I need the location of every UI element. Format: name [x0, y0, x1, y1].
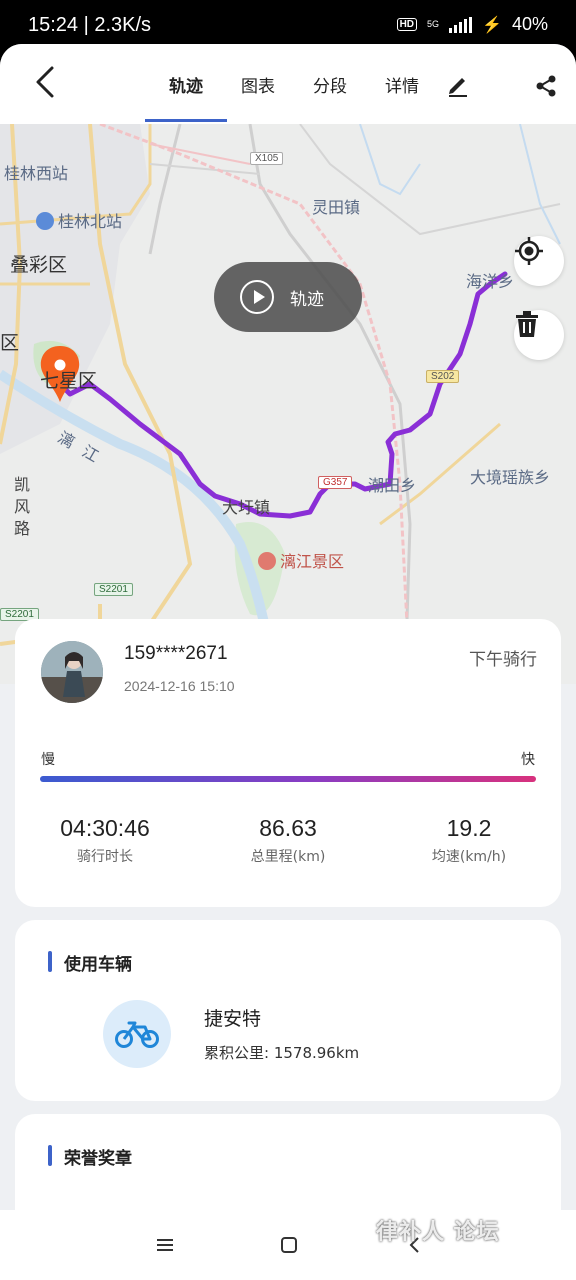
nav-home-button[interactable]: [274, 1232, 304, 1258]
trash-icon: [516, 311, 538, 337]
menu-icon: [157, 1239, 173, 1251]
stat-avg-speed-label: 均速(km/h): [431, 849, 507, 865]
tab-chart[interactable]: 图表: [222, 44, 294, 124]
locate-button[interactable]: [514, 236, 564, 286]
battery-level: 40%: [511, 14, 548, 34]
stat-distance-label: 总里程(km): [250, 849, 326, 865]
stat-distance-value: 86.63: [259, 815, 317, 841]
speed-gradient-bar: [40, 776, 536, 782]
map-label-haiyang: 海洋乡: [466, 272, 515, 291]
ride-summary-card: 159****2671 2024-12-16 15:10 下午骑行 慢 快 04…: [15, 619, 561, 907]
road-x105: X105: [250, 152, 284, 165]
map-view[interactable]: 桂林西站 桂林北站 叠彩区 区 七星区 漓江 凯风路 灵田镇 海洋乡 潮田乡 大…: [0, 124, 576, 684]
network-type: 5G: [427, 19, 440, 29]
map-label-guilin-west: 桂林西站: [4, 164, 69, 183]
track-playback-button[interactable]: 轨迹: [214, 262, 362, 332]
map-label-text: 桂林北站: [58, 212, 123, 231]
play-icon: [240, 280, 274, 314]
tab-bar: 轨迹 图表 分段 详情: [145, 44, 438, 124]
map-label-scenic: 漓江景区: [258, 548, 344, 572]
stat-avg-speed-value: 19.2: [446, 815, 492, 841]
back-arrow-icon: [36, 66, 54, 98]
back-button[interactable]: [30, 62, 66, 102]
app-window: 轨迹 图表 分段 详情 桂林西站 桂林北站 叠彩区 区 七星区 漓江 凯风路 灵…: [0, 44, 576, 1210]
user-name: 159****2671: [124, 643, 228, 664]
map-label-qixing: 七星区: [40, 370, 98, 392]
stat-distance: 86.63 总里程(km): [198, 815, 378, 866]
tab-details[interactable]: 详情: [366, 44, 438, 124]
status-icons: HD 5G ⚡ 40%: [396, 14, 548, 35]
map-label-daxu: 大圩镇: [222, 498, 271, 517]
stat-avg-speed: 19.2 均速(km/h): [379, 815, 559, 866]
ride-type: 下午骑行: [469, 650, 537, 670]
map-label-lingtian: 灵田镇: [312, 198, 361, 217]
medal-section-title: 荣誉奖章: [48, 1144, 132, 1169]
road-s202: S202: [426, 370, 460, 383]
road-s2201: S2201: [94, 583, 133, 596]
map-label-diecai: 叠彩区: [10, 254, 68, 276]
medal-card[interactable]: 荣誉奖章: [15, 1114, 561, 1210]
locate-icon: [515, 237, 543, 265]
bike-avatar: [103, 1000, 171, 1068]
tab-segments[interactable]: 分段: [294, 44, 366, 124]
map-label-district: 区: [0, 332, 20, 354]
road-g357: G357: [318, 476, 353, 489]
battery-saver-icon: ⚡: [482, 16, 502, 34]
stat-duration-label: 骑行时长: [77, 849, 133, 865]
bike-name: 捷安特: [204, 1008, 262, 1030]
scenic-icon: [258, 552, 276, 570]
stat-duration: 04:30:46 骑行时长: [15, 815, 195, 866]
vehicle-section-title: 使用车辆: [48, 950, 132, 975]
speed-legend-fast: 快: [521, 752, 535, 768]
pencil-icon: [449, 78, 467, 97]
map-label-kaifeng: 凯风路: [14, 475, 31, 538]
map-label-dajing: 大境瑶族乡: [470, 468, 551, 487]
stat-duration-value: 04:30:46: [60, 815, 150, 841]
playback-label: 轨迹: [290, 289, 324, 310]
avatar[interactable]: [41, 641, 103, 703]
ride-datetime: 2024-12-16 15:10: [124, 678, 235, 694]
station-icon: [36, 212, 54, 230]
share-icon: [536, 75, 556, 97]
edit-button[interactable]: [444, 70, 472, 98]
nav-menu-button[interactable]: [150, 1232, 180, 1258]
speed-legend-slow: 慢: [41, 752, 55, 768]
home-square-icon: [281, 1237, 297, 1253]
vehicle-card[interactable]: 使用车辆 捷安特 累积公里: 1578.96km: [15, 920, 561, 1101]
avatar-image: [41, 641, 103, 703]
status-time: 15:24 | 2.3K/s: [28, 14, 152, 36]
hd-icon: HD: [396, 18, 418, 31]
bike-mileage: 累积公里: 1578.96km: [204, 1044, 360, 1062]
bicycle-icon: [115, 1021, 159, 1048]
map-label-guilin-north: 桂林北站: [36, 208, 122, 232]
share-button[interactable]: [534, 74, 558, 98]
tab-track[interactable]: 轨迹: [145, 44, 227, 124]
map-label-chaotian: 潮田乡: [368, 476, 417, 495]
watermark: 律补人 论坛: [376, 1220, 500, 1245]
delete-button[interactable]: [514, 310, 564, 360]
map-label-text: 漓江景区: [280, 552, 345, 571]
signal-icon: [449, 16, 473, 33]
top-bar: 轨迹 图表 分段 详情: [0, 44, 576, 124]
